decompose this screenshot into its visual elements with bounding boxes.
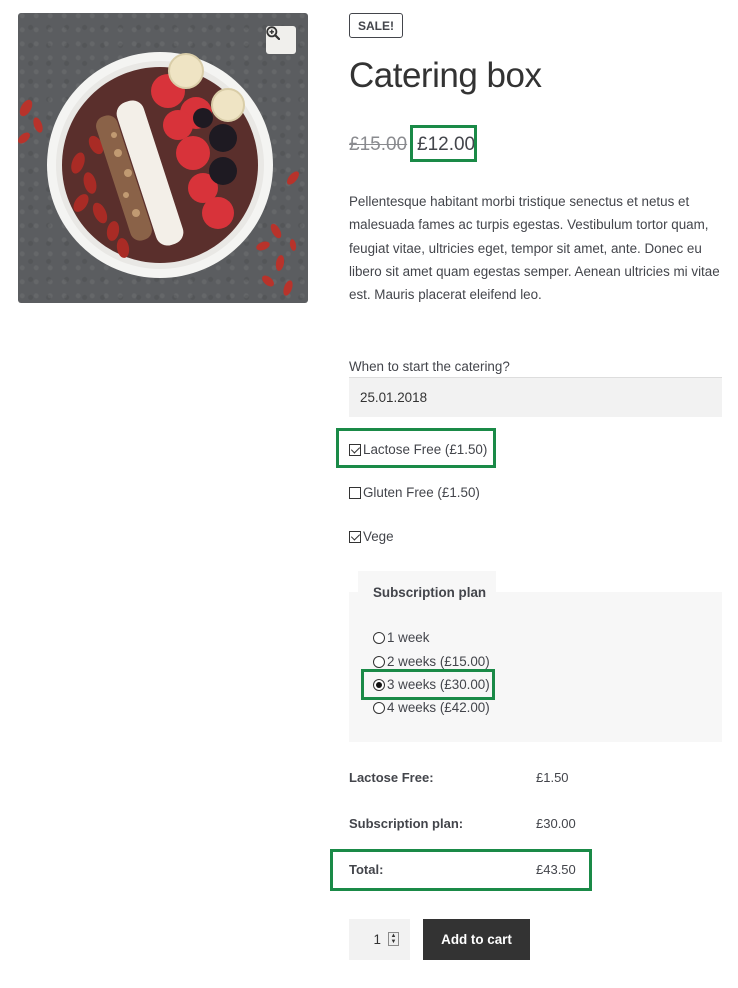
subscription-total-label: Subscription plan: [349,816,464,831]
plan-1-week[interactable]: 1 week [373,629,429,647]
add-to-cart-button[interactable]: Add to cart [423,919,530,960]
stepper-down-icon[interactable]: ▼ [389,939,398,945]
start-date-label: When to start the catering? [349,359,510,374]
start-date-field[interactable] [349,377,722,417]
plan-2-weeks-radio[interactable] [373,656,385,668]
acai-bowl-illustration [18,52,299,296]
sale-price-highlight [410,125,477,162]
plan-4-weeks-label: 4 weeks (£42.00) [387,700,490,715]
quantity-stepper[interactable]: ▲ ▼ [388,932,399,946]
gluten-free-checkbox[interactable] [349,487,361,499]
magnifier-plus-icon [266,26,280,40]
product-image[interactable] [18,13,308,303]
sale-badge: SALE! [349,13,403,38]
vege-checkbox[interactable] [349,531,361,543]
vege-option[interactable]: Vege [349,528,394,546]
subscription-total-value: £30.00 [536,816,576,831]
zoom-button[interactable] [266,26,296,54]
plan-3-weeks-highlight [361,669,495,700]
lactose-free-total-label: Lactose Free: [349,770,434,785]
plan-4-weeks[interactable]: 4 weeks (£42.00) [373,699,490,717]
quantity-input[interactable] [349,919,381,960]
lactose-free-highlight [336,428,496,468]
quantity-box: ▲ ▼ [349,919,410,960]
product-title: Catering box [349,56,542,95]
gluten-free-option[interactable]: Gluten Free (£1.50) [349,484,480,502]
grand-total-highlight [330,849,592,891]
subscription-legend-text: Subscription plan [373,585,487,600]
plan-4-weeks-radio[interactable] [373,702,385,714]
regular-price: £15.00 [349,134,408,155]
plan-1-week-label: 1 week [387,630,430,645]
product-description: Pellentesque habitant morbi tristique se… [349,194,720,303]
lactose-free-total-value: £1.50 [536,770,569,785]
gluten-free-label: Gluten Free (£1.50) [363,485,480,500]
vege-label: Vege [363,529,394,544]
subscription-legend: Subscription plan [358,571,496,605]
plan-1-week-radio[interactable] [373,632,385,644]
